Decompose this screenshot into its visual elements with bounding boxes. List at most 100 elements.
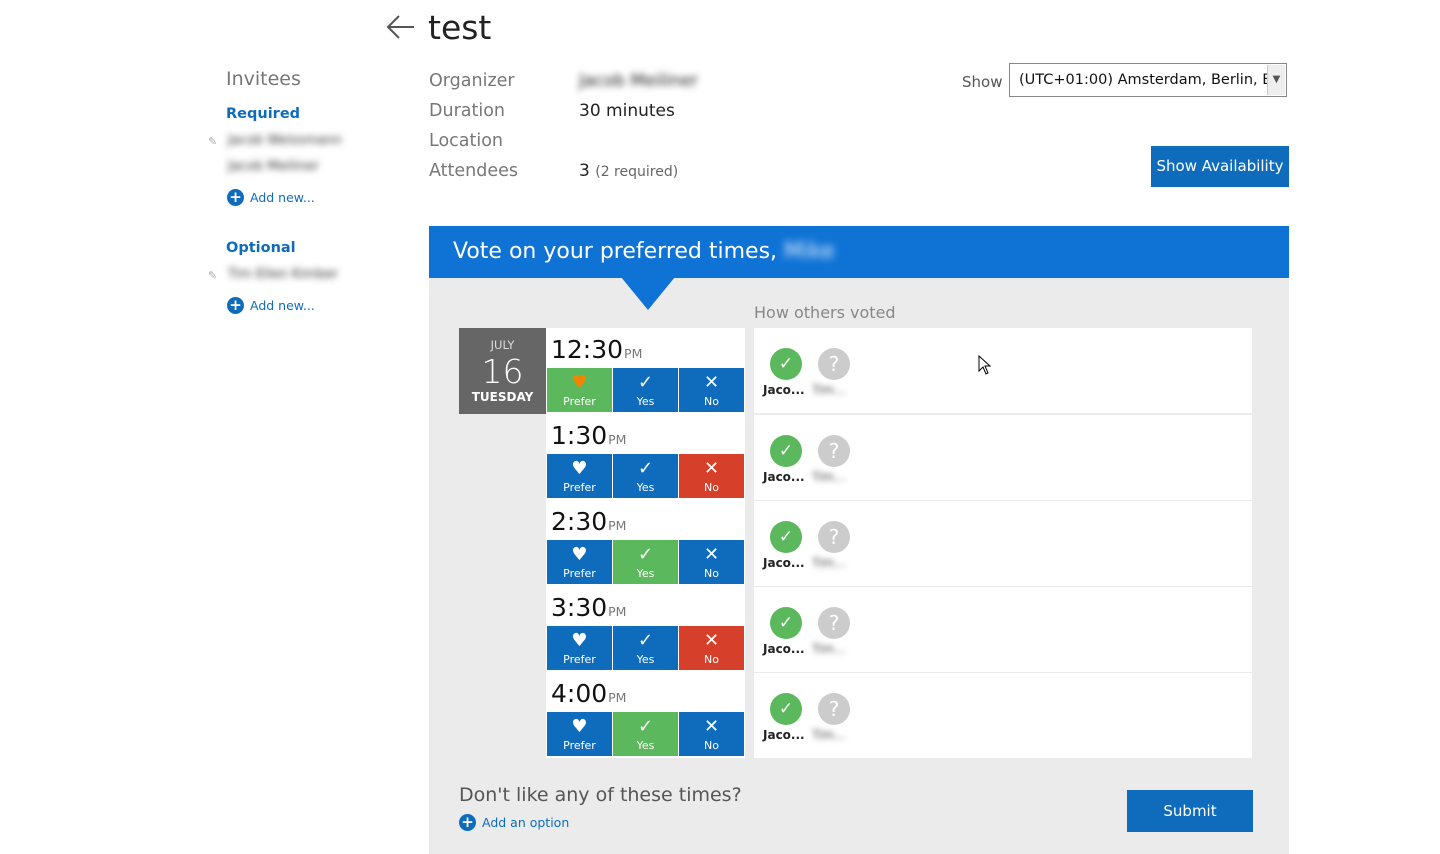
check-icon: ✓ [637,544,654,565]
time-slot: 12:30PM ♥ Prefer ✓ Yes ✕ No [546,328,745,414]
prefer-button[interactable]: ♥ Prefer [547,626,612,670]
vote-header: Vote on your preferred times, Mike [429,226,1289,278]
voter-name: Jaco... [763,642,805,656]
dont-like-text: Don't like any of these times? [459,784,742,806]
question-icon: ? [818,435,850,467]
close-icon: ✕ [703,716,720,737]
slot-ampm: PM [608,604,627,619]
attendees-count: 3 [579,161,590,181]
others-voted-row: ✓ ? Jaco... Tim... [754,415,1252,500]
add-new-label: Add new... [250,298,315,313]
voter-name: Tim... [812,642,846,656]
prefer-button[interactable]: ♥ Prefer [547,712,612,756]
yes-button[interactable]: ✓ Yes [613,368,678,412]
timezone-value: (UTC+01:00) Amsterdam, Berlin, Bern, Rom… [1019,72,1267,88]
check-icon: ✓ [637,372,654,393]
check-icon: ✓ [637,458,654,479]
prefer-label: Prefer [563,739,596,752]
voter-name: Jaco... [763,470,805,484]
prefer-label: Prefer [563,395,596,408]
add-option-button[interactable]: + Add an option [459,814,569,831]
no-label: No [704,739,719,752]
date-day: 16 [481,352,524,391]
no-label: No [704,567,719,580]
yes-button[interactable]: ✓ Yes [613,712,678,756]
check-icon: ✓ [770,348,802,380]
yes-label: Yes [636,395,655,408]
pencil-icon[interactable]: ✎ [208,269,217,282]
voter-name: Jaco... [763,383,805,397]
no-button[interactable]: ✕ No [679,626,744,670]
heart-icon: ♥ [571,630,588,651]
add-required-button[interactable]: + Add new... [227,189,315,206]
yes-label: Yes [636,739,655,752]
pencil-icon[interactable]: ✎ [208,135,217,148]
slot-ampm: PM [608,690,627,705]
slot-time: 1:30PM [551,421,626,450]
back-arrow-icon[interactable] [384,12,418,42]
slot-time-value: 2:30 [551,507,608,536]
slot-ampm: PM [608,518,627,533]
attendees-value: 3 (2 required) [579,161,678,181]
check-icon: ✓ [770,521,802,553]
question-icon: ? [818,693,850,725]
slot-time-value: 1:30 [551,421,608,450]
no-button[interactable]: ✕ No [679,712,744,756]
yes-label: Yes [636,567,655,580]
question-icon: ? [818,607,850,639]
no-button[interactable]: ✕ No [679,368,744,412]
voter-name: Tim... [812,383,846,397]
no-label: No [704,395,719,408]
heart-icon: ♥ [571,458,588,479]
others-voted-heading: How others voted [754,303,896,322]
slot-time: 4:00PM [551,679,626,708]
optional-label: Optional [226,240,296,256]
date-tile: JULY 16 TUESDAY [459,328,546,414]
optional-invitee[interactable]: Tim Ellen Kimber [228,267,338,282]
yes-button[interactable]: ✓ Yes [613,540,678,584]
pointer-caret [621,277,675,310]
show-availability-button[interactable]: Show Availability [1151,146,1289,187]
question-icon: ? [818,348,850,380]
organizer-value: Jacob Meiliner [579,71,698,91]
slot-time: 12:30PM [551,335,642,364]
timezone-select[interactable]: (UTC+01:00) Amsterdam, Berlin, Bern, Rom… [1009,63,1287,97]
prefer-button[interactable]: ♥ Prefer [547,454,612,498]
prefer-label: Prefer [563,481,596,494]
no-button[interactable]: ✕ No [679,454,744,498]
required-invitee[interactable]: Jacob Meiliner [228,159,319,174]
question-icon: ? [818,521,850,553]
prefer-button[interactable]: ♥ Prefer [547,540,612,584]
check-icon: ✓ [637,630,654,651]
no-label: No [704,481,719,494]
no-label: No [704,653,719,666]
vote-title-name: Mike [784,239,835,264]
yes-button[interactable]: ✓ Yes [613,454,678,498]
heart-icon: ♥ [571,716,588,737]
vote-title-prefix: Vote on your preferred times, [453,239,778,264]
add-optional-button[interactable]: + Add new... [227,297,315,314]
check-icon: ✓ [770,435,802,467]
mouse-cursor-icon [978,355,992,375]
duration-value: 30 minutes [579,101,675,121]
prefer-button[interactable]: ♥ Prefer [547,368,612,412]
close-icon: ✕ [703,458,720,479]
attendees-label: Attendees [429,161,519,181]
voter-name: Tim... [812,728,846,742]
slot-time: 2:30PM [551,507,626,536]
others-voted-row: ✓ ? Jaco... Tim... [754,587,1252,672]
slot-ampm: PM [608,432,627,447]
submit-button[interactable]: Submit [1127,790,1253,832]
close-icon: ✕ [703,544,720,565]
check-icon: ✓ [770,693,802,725]
required-invitee[interactable]: Jacob Weissmann [228,133,342,148]
timezone-label: Show [962,73,1003,91]
yes-button[interactable]: ✓ Yes [613,626,678,670]
vote-title: Vote on your preferred times, Mike [453,239,835,264]
check-icon: ✓ [637,716,654,737]
voter-name: Tim... [812,470,846,484]
no-button[interactable]: ✕ No [679,540,744,584]
slot-time-value: 12:30 [551,335,624,364]
check-icon: ✓ [770,607,802,639]
time-slot: 4:00PM ♥ Prefer ✓ Yes ✕ No [546,672,745,758]
